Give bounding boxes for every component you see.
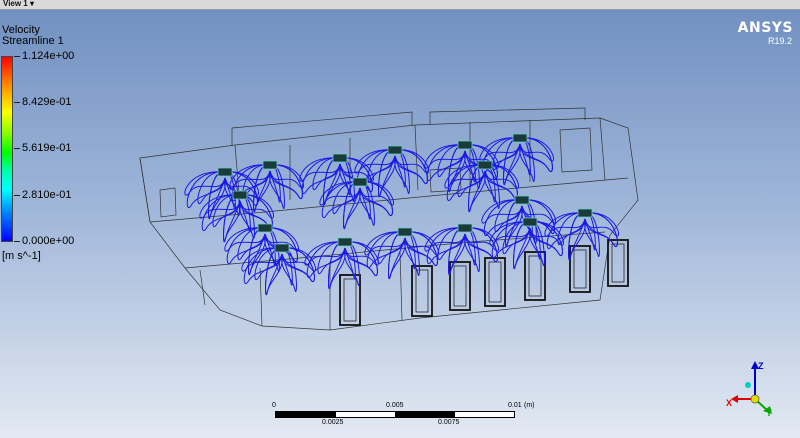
scale-unit: (m)	[524, 402, 535, 409]
streamline	[186, 171, 226, 208]
legend-tick-max: 1.124e+00	[22, 50, 75, 62]
legend-units: [m s^-1]	[2, 250, 41, 262]
scale-label: 0.01	[508, 402, 522, 409]
version-label: R19.2	[767, 36, 792, 46]
streamline	[546, 212, 586, 249]
color-bar	[1, 56, 13, 242]
legend-tick: 5.619e-01	[22, 142, 72, 154]
axis-y-label: Y	[766, 408, 773, 418]
axis-x-label: X	[726, 398, 733, 408]
diffuser	[387, 145, 403, 155]
streamlines	[184, 137, 619, 296]
diffuser	[512, 133, 528, 143]
room-wireframe	[139, 107, 639, 331]
scale-bar	[275, 411, 515, 418]
streamline	[404, 231, 438, 266]
diffuser	[352, 177, 368, 187]
streamline	[328, 241, 346, 290]
diffuser	[337, 237, 353, 247]
diffuser	[457, 223, 473, 233]
model-scene[interactable]	[0, 0, 800, 438]
diffuser	[332, 153, 348, 163]
legend-tick: 8.429e-01	[22, 96, 72, 108]
scale-label: 0.005	[386, 402, 404, 409]
streamline	[269, 164, 303, 199]
legend-tick: 2.810e-01	[22, 189, 72, 201]
streamline	[265, 247, 283, 296]
diffuser	[274, 243, 290, 253]
streamline	[519, 137, 553, 172]
scale-label: 0	[272, 402, 276, 409]
diffuser	[397, 227, 413, 237]
diffuser	[217, 167, 233, 177]
streamline	[484, 164, 518, 199]
streamline	[388, 231, 406, 280]
diffuser	[232, 190, 248, 200]
streamline	[253, 164, 271, 213]
diffuser	[257, 223, 273, 233]
ansys-logo: ANSYS	[737, 20, 793, 36]
doors	[339, 239, 629, 326]
diffuser	[514, 195, 530, 205]
diffuser	[577, 208, 593, 218]
diffuser	[477, 160, 493, 170]
streamline	[306, 241, 346, 278]
streamline	[343, 181, 361, 230]
legend-tick-min: 0.000e+00	[22, 235, 75, 247]
streamline	[448, 227, 466, 276]
scale-label: 0.0025	[322, 419, 344, 426]
diffuser	[457, 140, 473, 150]
streamline	[223, 194, 241, 243]
streamline	[226, 227, 266, 264]
streamline	[359, 181, 393, 216]
scale-label: 0.0075	[438, 419, 460, 426]
diffuser	[522, 217, 538, 227]
legend-object: Streamline 1	[2, 35, 64, 47]
diffuser	[262, 160, 278, 170]
streamline	[584, 212, 618, 247]
streamline	[426, 144, 466, 181]
streamline	[323, 157, 341, 206]
axis-z-label: Z	[758, 361, 764, 371]
streamline	[568, 212, 586, 261]
streamline	[208, 171, 226, 220]
streamline	[394, 149, 428, 184]
streamline	[521, 199, 555, 234]
3d-viewport[interactable]: View 1 ▾ Velocity Streamline 1 1.124e+00…	[0, 0, 800, 438]
